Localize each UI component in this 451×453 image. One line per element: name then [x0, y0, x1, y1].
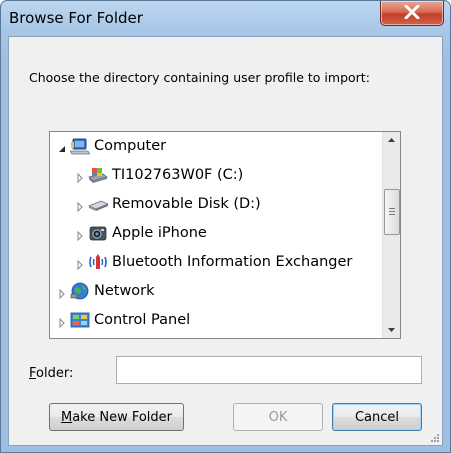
- scroll-thumb[interactable]: [384, 189, 400, 235]
- folder-label-accel: F: [29, 366, 37, 381]
- tree-item-network[interactable]: Network: [56, 279, 155, 303]
- tree-item-label: Bluetooth Information Exchanger: [112, 254, 353, 270]
- grip-line: [389, 208, 395, 209]
- scroll-down-arrow-icon: [388, 328, 395, 332]
- tree-item-label: TI102763W0F (C:): [112, 167, 244, 183]
- folder-label: Folder:: [29, 366, 73, 381]
- cancel-button[interactable]: Cancel: [332, 403, 422, 431]
- scroll-down-button[interactable]: [383, 321, 400, 338]
- camera-device-icon: [88, 224, 108, 242]
- grip-line: [389, 214, 395, 215]
- dialog-body: Choose the directory containing user pro…: [8, 36, 443, 446]
- make-new-accel: M: [60, 409, 73, 425]
- expand-arrow-icon[interactable]: [74, 198, 86, 213]
- close-button[interactable]: [380, 1, 444, 26]
- computer-icon: [69, 137, 91, 155]
- ok-button[interactable]: OK: [233, 403, 323, 431]
- tree-item-computer[interactable]: Computer: [56, 134, 166, 158]
- vertical-scrollbar[interactable]: [382, 132, 400, 338]
- tree-item-label: Apple iPhone: [112, 225, 207, 241]
- make-new-rest: ake New Folder: [72, 409, 173, 425]
- tree-item-label: Computer: [94, 138, 167, 154]
- collapse-arrow-icon[interactable]: [56, 140, 68, 152]
- bluetooth-icon: [88, 253, 108, 271]
- tree-item-removable-disk[interactable]: Removable Disk (D:): [74, 192, 261, 216]
- resize-grip-icon[interactable]: [430, 433, 440, 443]
- close-icon: [404, 5, 420, 19]
- expand-arrow-icon[interactable]: [74, 169, 86, 184]
- make-new-folder-button[interactable]: Make New Folder: [49, 403, 184, 431]
- tree-item-control-panel[interactable]: Control Panel: [56, 308, 190, 332]
- folder-tree[interactable]: Computer TI102763W0F (C:) Removable Disk…: [49, 131, 401, 339]
- hard-drive-icon: [88, 166, 108, 184]
- scroll-up-arrow-icon: [388, 138, 395, 142]
- expand-arrow-icon[interactable]: [56, 314, 68, 329]
- scroll-up-button[interactable]: [383, 132, 400, 149]
- expand-arrow-icon[interactable]: [74, 256, 86, 271]
- folder-label-rest: older:: [36, 366, 74, 381]
- title-bar[interactable]: Browse For Folder: [1, 1, 450, 35]
- tree-item-c-drive[interactable]: TI102763W0F (C:): [74, 163, 243, 187]
- tree-item-bluetooth[interactable]: Bluetooth Information Exchanger: [74, 250, 352, 274]
- network-icon: [70, 282, 90, 300]
- instruction-text: Choose the directory containing user pro…: [29, 70, 370, 85]
- expand-arrow-icon[interactable]: [56, 285, 68, 300]
- browse-for-folder-dialog: Browse For Folder Choose the directory c…: [0, 0, 451, 453]
- tree-item-label: Control Panel: [94, 312, 191, 328]
- window-title: Browse For Folder: [9, 9, 143, 27]
- control-panel-icon: [70, 311, 90, 329]
- tree-item-apple-iphone[interactable]: Apple iPhone: [74, 221, 207, 245]
- removable-disk-icon: [88, 195, 109, 213]
- folder-input[interactable]: [116, 356, 422, 384]
- grip-line: [389, 211, 395, 212]
- tree-item-label: Removable Disk (D:): [112, 196, 261, 212]
- expand-arrow-icon[interactable]: [74, 227, 86, 242]
- tree-item-label: Network: [94, 283, 155, 299]
